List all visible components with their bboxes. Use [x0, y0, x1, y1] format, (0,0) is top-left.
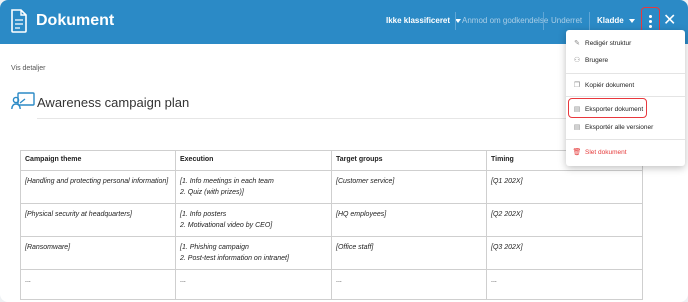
table-cell[interactable]: [Ransomware] [20, 236, 176, 270]
table-row: ... ... ... ... [20, 269, 643, 300]
cell-line: 2. Post-test information on intranet] [180, 255, 289, 262]
classification-dropdown[interactable]: Ikke klassificeret [386, 16, 462, 25]
table-cell[interactable]: [1. Phishing campaign 2. Post-test inform… [175, 236, 332, 270]
table-cell[interactable]: [Customer service] [331, 170, 487, 204]
notify-button[interactable]: Underret [551, 16, 582, 25]
app-title: Dokument [36, 12, 115, 29]
menu-item-label: Eksportér alle versioner [585, 123, 654, 131]
pencil-icon: ✎ [574, 40, 580, 47]
user-icon: ⚇ [573, 57, 581, 64]
cell-line: [1. Info posters [180, 211, 227, 218]
menu-item-label: Brugere [585, 56, 609, 64]
campaign-table: Campaign theme Execution Target groups T… [20, 150, 643, 300]
menu-divider [566, 139, 685, 140]
status-dropdown[interactable]: Kladde [597, 16, 635, 25]
menu-item-export-all-versions[interactable]: ▤ Eksportér alle versioner [566, 120, 685, 134]
document-icon [11, 9, 27, 33]
table-cell[interactable]: [1. Info posters 2. Motivational video by… [175, 203, 332, 237]
document-icon: ▤ [573, 124, 581, 131]
menu-item-label: Slet dokument [585, 148, 627, 156]
menu-item-label: Kopiér dokument [585, 81, 635, 89]
table-cell[interactable]: [Q2 202X] [486, 203, 643, 237]
cell-line: 2. Quiz (with prizes)] [180, 189, 244, 196]
close-icon[interactable]: ✕ [663, 11, 676, 31]
column-header: Target groups [331, 150, 487, 171]
cell-line: [1. Info meetings in each team [180, 178, 274, 185]
kebab-dot [649, 19, 652, 23]
column-header: Campaign theme [20, 150, 176, 171]
toolbar-divider [543, 12, 544, 30]
table-cell[interactable]: [1. Info meetings in each team 2. Quiz (w… [175, 170, 332, 204]
chevron-down-icon [628, 18, 635, 23]
cell-line: 2. Motivational video by CEO] [180, 222, 273, 229]
kebab-dot [649, 24, 652, 28]
toolbar-divider [589, 12, 590, 30]
table-cell[interactable]: [HQ employees] [331, 203, 487, 237]
export-highlight-outline [568, 98, 647, 118]
table-row: [Physical security at headquarters] [1. … [20, 203, 643, 237]
table-header-row: Campaign theme Execution Target groups T… [20, 150, 643, 171]
table-cell[interactable]: [Q3 202X] [486, 236, 643, 270]
cell-line: [1. Phishing campaign [180, 244, 249, 251]
table-cell[interactable]: ... [486, 269, 643, 300]
menu-item-edit-structure[interactable]: ✎ Redigér struktur [566, 36, 685, 50]
classification-label: Ikke klassificeret [386, 16, 451, 25]
menu-item-users[interactable]: ⚇ Brugere [566, 53, 685, 67]
table-cell[interactable]: [Office staff] [331, 236, 487, 270]
table-row: [Handling and protecting personal inform… [20, 170, 643, 204]
status-label: Kladde [597, 16, 624, 25]
menu-item-label: Redigér struktur [585, 39, 632, 47]
menu-item-delete-document[interactable]: 🗑 Slet dokument [566, 145, 685, 159]
table-cell[interactable]: ... [331, 269, 487, 300]
document-window: Dokument Ikke klassificeret Anmod om god… [0, 0, 688, 302]
page-title: Awareness campaign plan [37, 95, 190, 110]
trash-icon: 🗑 [572, 149, 582, 156]
request-approval-button[interactable]: Anmod om godkendelse [462, 16, 548, 25]
table-row: [Ransomware] [1. Phishing campaign 2. Pos… [20, 236, 643, 270]
menu-divider [566, 73, 685, 74]
table-cell[interactable]: ... [20, 269, 176, 300]
table-cell[interactable]: [Q1 202X] [486, 170, 643, 204]
presentation-icon [11, 92, 35, 110]
menu-item-copy-document[interactable]: ❐ Kopiér dokument [566, 78, 685, 92]
table-cell[interactable]: [Physical security at headquarters] [20, 203, 176, 237]
kebab-dot [649, 14, 652, 18]
show-details-link[interactable]: Vis detaljer [11, 65, 46, 72]
column-header: Execution [175, 150, 332, 171]
menu-divider [566, 96, 685, 97]
table-cell[interactable]: [Handling and protecting personal inform… [20, 170, 176, 204]
table-cell[interactable]: ... [175, 269, 332, 300]
toolbar-divider [455, 12, 456, 30]
copy-icon: ❐ [573, 82, 581, 89]
